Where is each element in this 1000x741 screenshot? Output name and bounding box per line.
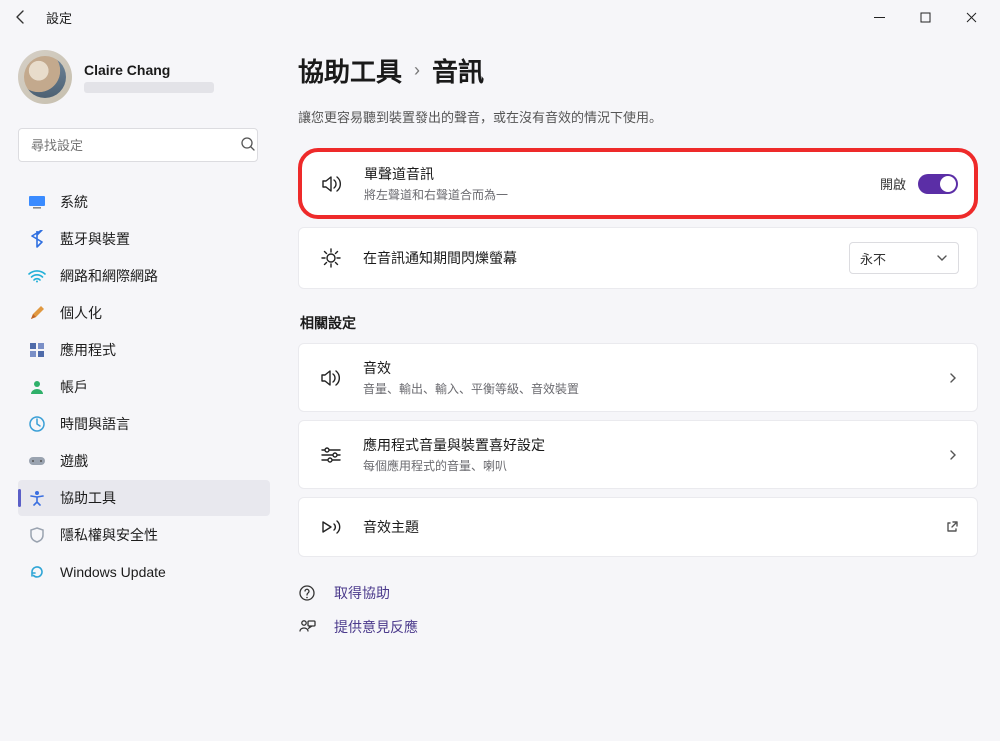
avatar xyxy=(18,50,72,104)
window-title: 設定 xyxy=(46,8,72,27)
feedback-icon xyxy=(298,618,320,636)
sidebar-item-apps[interactable]: 應用程式 xyxy=(18,332,270,368)
sidebar-item-time-language[interactable]: 時間與語言 xyxy=(18,406,270,442)
search-icon xyxy=(240,136,256,152)
search-box[interactable] xyxy=(18,128,266,162)
brightness-icon xyxy=(317,247,345,269)
globe-clock-icon xyxy=(28,415,46,433)
sidebar-item-network[interactable]: 網路和網際網路 xyxy=(18,258,270,294)
brush-icon xyxy=(28,304,46,322)
chevron-right-icon xyxy=(947,449,959,461)
chevron-right-icon: › xyxy=(414,60,420,81)
user-name: Claire Chang xyxy=(84,62,214,78)
minimize-button[interactable] xyxy=(856,2,902,32)
external-link-icon xyxy=(945,520,959,534)
related-sub: 音量、輸出、輸入、平衡等級、音效裝置 xyxy=(363,380,947,397)
user-profile[interactable]: Claire Chang xyxy=(18,50,270,104)
arrow-left-icon xyxy=(13,9,29,25)
title-bar: 設定 xyxy=(0,0,1000,34)
sliders-icon xyxy=(317,445,345,465)
gamepad-icon xyxy=(28,452,46,470)
sidebar-item-accounts[interactable]: 帳戶 xyxy=(18,369,270,405)
sidebar-item-system[interactable]: 系統 xyxy=(18,184,270,220)
search-input[interactable] xyxy=(18,128,258,162)
related-section-title: 相關設定 xyxy=(300,313,978,333)
mono-audio-sub: 將左聲道和右聲道合而為一 xyxy=(364,186,880,203)
sidebar-item-windows-update[interactable]: Windows Update xyxy=(18,554,270,590)
link-label: 提供意見反應 xyxy=(334,617,418,637)
sidebar-item-gaming[interactable]: 遊戲 xyxy=(18,443,270,479)
mono-audio-card: 單聲道音訊 將左聲道和右聲道合而為一 開啟 xyxy=(298,148,978,219)
breadcrumb-current: 音訊 xyxy=(432,52,484,89)
related-sound-theme-card[interactable]: 音效主題 xyxy=(298,497,978,557)
accessibility-icon xyxy=(28,489,46,507)
sidebar-item-label: 應用程式 xyxy=(60,340,116,360)
related-title: 音效主題 xyxy=(363,517,945,537)
get-help-link[interactable]: 取得協助 xyxy=(298,583,978,603)
user-email-redacted xyxy=(84,82,214,93)
bluetooth-icon xyxy=(28,230,46,248)
sidebar-item-bluetooth[interactable]: 藍牙與裝置 xyxy=(18,221,270,257)
dropdown-value: 永不 xyxy=(860,249,886,268)
speaker-icon xyxy=(318,174,346,194)
help-icon xyxy=(298,584,320,602)
mono-audio-state-label: 開啟 xyxy=(880,174,906,193)
related-sub: 每個應用程式的音量、喇叭 xyxy=(363,457,947,474)
page-description: 讓您更容易聽到裝置發出的聲音，或在沒有音效的情況下使用。 xyxy=(298,107,978,126)
give-feedback-link[interactable]: 提供意見反應 xyxy=(298,617,978,637)
related-title: 應用程式音量與裝置喜好設定 xyxy=(363,435,947,455)
person-icon xyxy=(28,378,46,396)
play-volume-icon xyxy=(317,517,345,537)
sidebar-item-label: 時間與語言 xyxy=(60,414,130,434)
main-content: 協助工具 › 音訊 讓您更容易聽到裝置發出的聲音，或在沒有音效的情況下使用。 單… xyxy=(280,34,1000,741)
related-app-volume-card[interactable]: 應用程式音量與裝置喜好設定 每個應用程式的音量、喇叭 xyxy=(298,420,978,489)
link-label: 取得協助 xyxy=(334,583,390,603)
sidebar: Claire Chang 系統 藍牙與裝置 網路和網際網路 個人化 xyxy=(0,34,280,741)
flash-screen-title: 在音訊通知期間閃爍螢幕 xyxy=(363,248,849,268)
minimize-icon xyxy=(874,12,885,23)
flash-screen-card: 在音訊通知期間閃爍螢幕 永不 xyxy=(298,227,978,289)
apps-icon xyxy=(28,341,46,359)
shield-icon xyxy=(28,526,46,544)
system-icon xyxy=(28,193,46,211)
breadcrumb: 協助工具 › 音訊 xyxy=(298,52,978,89)
sidebar-item-accessibility[interactable]: 協助工具 xyxy=(18,480,270,516)
sidebar-item-privacy[interactable]: 隱私權與安全性 xyxy=(18,517,270,553)
related-sound-card[interactable]: 音效 音量、輸出、輸入、平衡等級、音效裝置 xyxy=(298,343,978,412)
close-icon xyxy=(966,12,977,23)
sidebar-item-label: Windows Update xyxy=(60,564,166,580)
sidebar-item-label: 藍牙與裝置 xyxy=(60,229,130,249)
sidebar-item-label: 網路和網際網路 xyxy=(60,266,158,286)
breadcrumb-parent[interactable]: 協助工具 xyxy=(298,52,402,89)
speaker-icon xyxy=(317,368,345,388)
maximize-icon xyxy=(920,12,931,23)
flash-screen-dropdown[interactable]: 永不 xyxy=(849,242,959,274)
maximize-button[interactable] xyxy=(902,2,948,32)
mono-audio-title: 單聲道音訊 xyxy=(364,164,880,184)
wifi-icon xyxy=(28,267,46,285)
sidebar-item-label: 系統 xyxy=(60,192,88,212)
sidebar-item-label: 協助工具 xyxy=(60,488,116,508)
sidebar-item-personalization[interactable]: 個人化 xyxy=(18,295,270,331)
mono-audio-toggle[interactable] xyxy=(918,174,958,194)
related-title: 音效 xyxy=(363,358,947,378)
sidebar-item-label: 遊戲 xyxy=(60,451,88,471)
chevron-right-icon xyxy=(947,372,959,384)
sidebar-item-label: 隱私權與安全性 xyxy=(60,525,158,545)
chevron-down-icon xyxy=(936,252,948,264)
update-icon xyxy=(28,563,46,581)
sidebar-item-label: 帳戶 xyxy=(60,377,88,397)
close-button[interactable] xyxy=(948,2,994,32)
back-button[interactable] xyxy=(6,2,36,32)
sidebar-item-label: 個人化 xyxy=(60,303,102,323)
